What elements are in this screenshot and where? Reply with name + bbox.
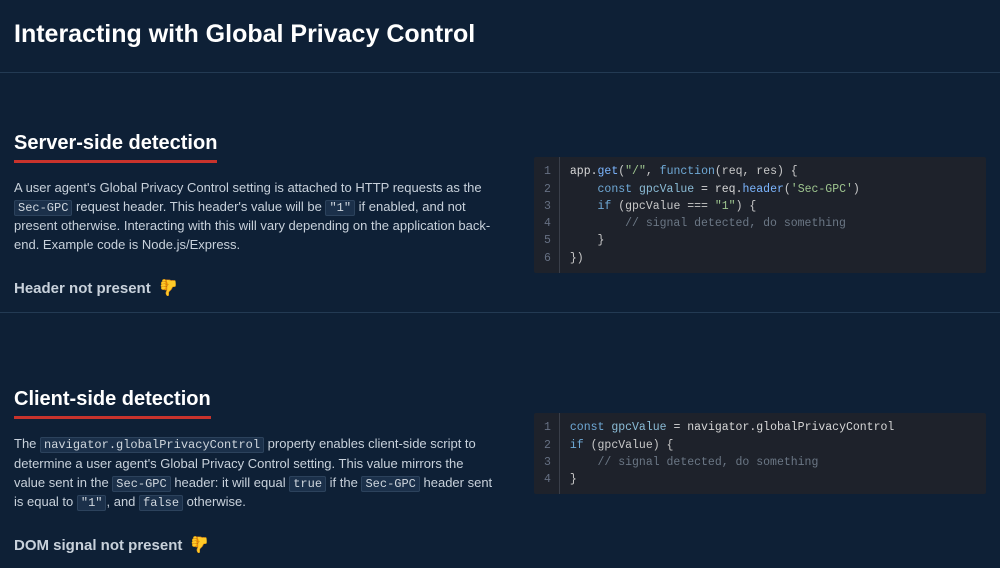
- tok: }): [570, 252, 584, 265]
- code-gutter: 1 2 3 4 5 6: [534, 157, 560, 273]
- code-chip-navigator: navigator.globalPrivacyControl: [40, 437, 264, 453]
- line-number: 5: [544, 232, 551, 249]
- server-status: Header not present 👎: [14, 277, 494, 300]
- client-status: DOM signal not present 👎: [14, 534, 494, 557]
- line-number: 4: [544, 471, 551, 488]
- tok: [570, 200, 598, 213]
- tok: const: [570, 421, 605, 434]
- code-chip-sec-gpc: Sec-GPC: [112, 476, 170, 492]
- line-number: 1: [544, 419, 551, 436]
- code-chip-sec-gpc: Sec-GPC: [361, 476, 419, 492]
- tok: // signal detected, do something: [570, 217, 846, 230]
- thumbs-down-icon: 👎: [159, 277, 179, 300]
- tok: gpcValue: [611, 421, 666, 434]
- tok: const: [598, 183, 633, 196]
- tok: = req.: [694, 183, 742, 196]
- code-body: app.get("/", function(req, res) { const …: [560, 157, 872, 273]
- tok: function: [660, 165, 715, 178]
- tok: 'Sec-GPC': [791, 183, 853, 196]
- tok: }: [570, 234, 605, 247]
- section-client: Client-side detection The navigator.glob…: [0, 313, 1000, 568]
- tok: (req, res) {: [715, 165, 798, 178]
- client-paragraph: The navigator.globalPrivacyControl prope…: [14, 435, 494, 512]
- code-body: const gpcValue = navigator.globalPrivacy…: [560, 413, 906, 494]
- line-number: 2: [544, 181, 551, 198]
- line-number: 3: [544, 454, 551, 471]
- tok: "/": [625, 165, 646, 178]
- status-text: Header not present: [14, 278, 151, 300]
- heading-server: Server-side detection: [14, 129, 217, 163]
- tok: }: [570, 473, 577, 486]
- line-number: 4: [544, 215, 551, 232]
- tok: (: [784, 183, 791, 196]
- code-chip-true: true: [289, 476, 326, 492]
- tok: [632, 183, 639, 196]
- section-server: Server-side detection A user agent's Glo…: [0, 73, 1000, 313]
- status-text: DOM signal not present: [14, 535, 182, 557]
- server-paragraph: A user agent's Global Privacy Control se…: [14, 179, 494, 255]
- code-gutter: 1 2 3 4: [534, 413, 560, 494]
- tok: header: [742, 183, 783, 196]
- text: The: [14, 436, 40, 451]
- text: request header. This header's value will…: [72, 199, 325, 214]
- tok: app.: [570, 165, 598, 178]
- line-number: 2: [544, 437, 551, 454]
- tok: (gpcValue ===: [611, 200, 715, 213]
- client-code-block: 1 2 3 4 const gpcValue = navigator.globa…: [534, 413, 986, 494]
- tok: gpcValue: [639, 183, 694, 196]
- tok: // signal detected, do something: [570, 456, 818, 469]
- tok: (gpcValue) {: [584, 439, 674, 452]
- code-chip-one: "1": [77, 495, 107, 511]
- tok: ): [853, 183, 860, 196]
- tok: get: [598, 165, 619, 178]
- code-chip-sec-gpc: Sec-GPC: [14, 200, 72, 216]
- line-number: 3: [544, 198, 551, 215]
- text: otherwise.: [183, 494, 246, 509]
- text: if the: [326, 475, 361, 490]
- text: A user agent's Global Privacy Control se…: [14, 180, 482, 195]
- text: header: it will equal: [171, 475, 290, 490]
- line-number: 1: [544, 163, 551, 180]
- tok: if: [570, 439, 584, 452]
- heading-client: Client-side detection: [14, 385, 211, 419]
- tok: [570, 183, 598, 196]
- code-chip-false: false: [139, 495, 183, 511]
- line-number: 6: [544, 250, 551, 267]
- tok: "1": [715, 200, 736, 213]
- thumbs-down-icon: 👎: [190, 534, 210, 557]
- page-title: Interacting with Global Privacy Control: [0, 0, 1000, 73]
- server-code-block: 1 2 3 4 5 6 app.get ( "/", function(req, r…: [534, 157, 986, 273]
- tok: ,: [646, 165, 660, 178]
- tok: ) {: [736, 200, 757, 213]
- tok: if: [598, 200, 612, 213]
- code-chip-one: "1": [325, 200, 355, 216]
- tok: = navigator.globalPrivacyControl: [667, 421, 895, 434]
- text: , and: [106, 494, 139, 509]
